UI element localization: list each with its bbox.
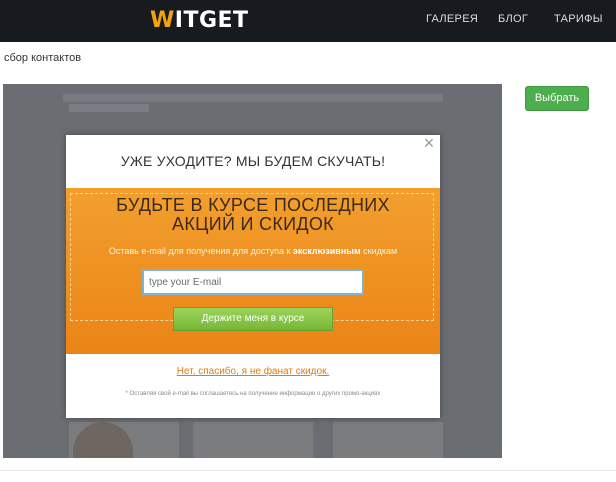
nav-item-pricing[interactable]: ТАРИФЫ bbox=[554, 13, 603, 25]
consent-fine-print: * Оставляя свой e-mail вы соглашаетесь н… bbox=[125, 391, 381, 397]
offer-subtitle-prefix: Оставь e-mail для получения для доступа … bbox=[108, 246, 293, 256]
preview-background-card bbox=[333, 422, 443, 458]
offer-title-line1: БУДЬТЕ В КУРСЕ ПОСЛЕДНИХ bbox=[116, 195, 390, 215]
logo-rest: ITGET bbox=[174, 7, 249, 33]
close-icon[interactable]: × bbox=[421, 134, 437, 152]
offer-title: БУДЬТЕ В КУРСЕ ПОСЛЕДНИХ АКЦИЙ И СКИДОК bbox=[66, 196, 440, 234]
exit-intent-popup: × УЖЕ УХОДИТЕ? МЫ БУДЕМ СКУЧАТЬ! БУДЬТЕ … bbox=[66, 134, 440, 418]
preview-background-header bbox=[63, 94, 443, 102]
offer-panel: БУДЬТЕ В КУРСЕ ПОСЛЕДНИХ АКЦИЙ И СКИДОК … bbox=[66, 188, 440, 354]
offer-title-line2: АКЦИЙ И СКИДОК bbox=[172, 214, 334, 234]
preview-background-tag bbox=[69, 104, 149, 112]
nav-item-blog[interactable]: БЛОГ bbox=[498, 13, 528, 25]
select-template-button[interactable]: Выбрать bbox=[525, 86, 589, 111]
offer-subtitle-bold: эксклюзивным bbox=[292, 246, 361, 256]
footer-divider bbox=[0, 470, 616, 471]
page-title: сбор контактов bbox=[4, 52, 82, 64]
offer-subtitle: Оставь e-mail для получения для доступа … bbox=[66, 246, 440, 256]
witget-logo[interactable]: W ITGET bbox=[150, 7, 249, 33]
decline-link[interactable]: Нет, спасибо, я не фанат скидок. bbox=[66, 366, 440, 377]
widget-preview: × УЖЕ УХОДИТЕ? МЫ БУДЕМ СКУЧАТЬ! БУДЬТЕ … bbox=[3, 84, 502, 458]
top-navbar: W ITGET ГАЛЕРЕЯ БЛОГ ТАРИФЫ bbox=[0, 0, 616, 42]
popup-headline: УЖЕ УХОДИТЕ? МЫ БУДЕМ СКУЧАТЬ! bbox=[120, 153, 386, 169]
logo-accent-letter: W bbox=[150, 7, 175, 33]
nav-item-gallery[interactable]: ГАЛЕРЕЯ bbox=[426, 13, 478, 25]
subscribe-button[interactable]: Держите меня в курсе bbox=[173, 307, 333, 331]
preview-background-card bbox=[193, 422, 313, 458]
email-input[interactable] bbox=[142, 269, 364, 295]
offer-subtitle-suffix: скидкам bbox=[360, 246, 398, 256]
